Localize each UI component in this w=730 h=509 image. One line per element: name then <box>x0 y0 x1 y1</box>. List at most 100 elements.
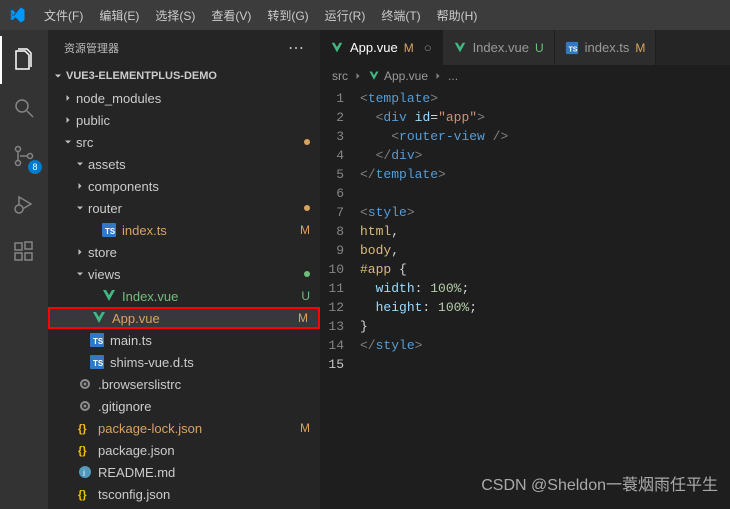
git-status: M <box>300 223 310 237</box>
tree-row[interactable]: {} tsconfig.json <box>48 483 320 505</box>
tree-label: components <box>88 179 310 194</box>
tree-row[interactable]: src <box>48 131 320 153</box>
tree-row[interactable]: TS shims-vue.d.ts <box>48 351 320 373</box>
sidebar-header: 资源管理器 ⋯ <box>48 30 320 65</box>
tab-label: App.vue <box>350 40 398 55</box>
ts-icon: TS <box>88 354 106 370</box>
file-tree: node_modulespublic src assets components rou… <box>48 87 320 509</box>
tab-label: Index.vue <box>473 40 529 55</box>
ts-icon: TS <box>100 222 118 238</box>
activity-search[interactable] <box>0 84 48 132</box>
tree-label: .browserslistrc <box>98 377 310 392</box>
tree-label: node_modules <box>76 91 310 106</box>
tree-row[interactable]: .browserslistrc <box>48 373 320 395</box>
tree-row[interactable]: iREADME.md <box>48 461 320 483</box>
ts-icon: TS <box>88 332 106 348</box>
tree-label: shims-vue.d.ts <box>110 355 310 370</box>
tab-app-vue[interactable]: App.vue M ○ <box>320 30 443 65</box>
tree-label: App.vue <box>112 311 294 326</box>
tree-row[interactable]: .gitignore <box>48 395 320 417</box>
tree-label: .gitignore <box>98 399 310 414</box>
tree-row[interactable]: TS index.ts M <box>48 219 320 241</box>
vue-icon <box>453 41 467 55</box>
tree-label: package.json <box>98 443 310 458</box>
chevron-icon <box>72 268 88 280</box>
vue-icon <box>100 288 118 304</box>
breadcrumb[interactable]: src App.vue ... <box>320 65 730 87</box>
json-icon: {} <box>76 442 94 458</box>
tree-row[interactable]: App.vueM <box>48 307 320 329</box>
svg-text:TS: TS <box>568 46 577 53</box>
svg-text:{}: {} <box>78 489 87 501</box>
menu-item[interactable]: 帮助(H) <box>429 3 486 28</box>
chevron-icon <box>72 202 88 214</box>
tree-row[interactable]: router <box>48 197 320 219</box>
tree-row[interactable]: node_modules <box>48 87 320 109</box>
activity-debug[interactable] <box>0 180 48 228</box>
chevron-icon <box>60 114 76 126</box>
tab-status: M <box>404 41 414 55</box>
vue-icon <box>330 41 344 55</box>
section-title[interactable]: VUE3-ELEMENTPLUS-DEMO <box>48 65 320 87</box>
tree-row[interactable]: {}package-lock.jsonM <box>48 417 320 439</box>
tree-row[interactable]: {} package.json <box>48 439 320 461</box>
sidebar-explorer: 资源管理器 ⋯ VUE3-ELEMENTPLUS-DEMO node_modul… <box>48 30 320 509</box>
activity-explorer[interactable] <box>0 36 48 84</box>
sidebar-title: 资源管理器 <box>64 40 119 56</box>
tree-label: public <box>76 113 310 128</box>
tree-label: src <box>76 135 300 150</box>
code-lines[interactable]: <template> <div id="app"> <router-view /… <box>360 89 730 374</box>
ts-icon: TS <box>565 41 579 55</box>
tree-label: index.ts <box>122 223 296 238</box>
activity-extensions[interactable] <box>0 228 48 276</box>
gear-icon <box>76 376 94 392</box>
tree-label: main.ts <box>110 333 310 348</box>
tree-label: views <box>88 267 300 282</box>
chevron-icon <box>60 136 76 148</box>
more-icon[interactable]: ⋯ <box>288 38 304 58</box>
titlebar: 文件(F)编辑(E)选择(S)查看(V)转到(G)运行(R)终端(T)帮助(H) <box>0 0 730 30</box>
gear-icon <box>76 398 94 414</box>
menu-item[interactable]: 终端(T) <box>373 3 428 28</box>
menu-item[interactable]: 选择(S) <box>147 3 203 28</box>
svg-text:{}: {} <box>78 423 87 435</box>
menu-item[interactable]: 运行(R) <box>317 3 374 28</box>
git-dot <box>304 271 310 277</box>
activity-scm[interactable]: 8 <box>0 132 48 180</box>
tree-row[interactable]: Index.vueU <box>48 285 320 307</box>
close-icon[interactable]: ○ <box>424 40 432 55</box>
tree-row[interactable]: assets <box>48 153 320 175</box>
code-editor[interactable]: 123456789101112131415 <template> <div id… <box>320 87 730 374</box>
vscode-logo-icon <box>8 6 26 24</box>
tab-bar: App.vue M ○Index.vueU TS index.ts M <box>320 30 730 65</box>
menubar: 文件(F)编辑(E)选择(S)查看(V)转到(G)运行(R)终端(T)帮助(H) <box>36 3 485 28</box>
info-icon: i <box>76 464 94 480</box>
tree-label: assets <box>88 157 310 172</box>
menu-item[interactable]: 转到(G) <box>259 3 316 28</box>
tab-index-vue[interactable]: Index.vueU <box>443 30 555 65</box>
menu-item[interactable]: 编辑(E) <box>91 3 147 28</box>
chevron-icon <box>72 180 88 192</box>
menu-item[interactable]: 查看(V) <box>203 3 259 28</box>
vue-icon <box>368 70 380 82</box>
tree-row[interactable]: public <box>48 109 320 131</box>
editor-area: App.vue M ○Index.vueU TS index.ts M src App.v… <box>320 30 730 509</box>
tree-row[interactable]: store <box>48 241 320 263</box>
chevron-right-icon <box>352 70 364 82</box>
tree-row[interactable]: views <box>48 263 320 285</box>
json-icon: {} <box>76 420 94 436</box>
vue-icon <box>90 310 108 326</box>
scm-badge: 8 <box>28 160 42 174</box>
menu-item[interactable]: 文件(F) <box>36 3 91 28</box>
tree-label: tsconfig.json <box>98 487 310 502</box>
tab-index-ts[interactable]: TSindex.tsM <box>555 30 657 65</box>
tree-row[interactable]: components <box>48 175 320 197</box>
tree-row[interactable]: TS main.ts <box>48 329 320 351</box>
chevron-icon <box>72 246 88 258</box>
chevron-icon <box>72 158 88 170</box>
tree-label: router <box>88 201 300 216</box>
git-status: M <box>300 421 310 435</box>
svg-text:TS: TS <box>93 337 104 346</box>
chevron-right-icon <box>432 70 444 82</box>
tab-label: index.ts <box>585 40 630 55</box>
